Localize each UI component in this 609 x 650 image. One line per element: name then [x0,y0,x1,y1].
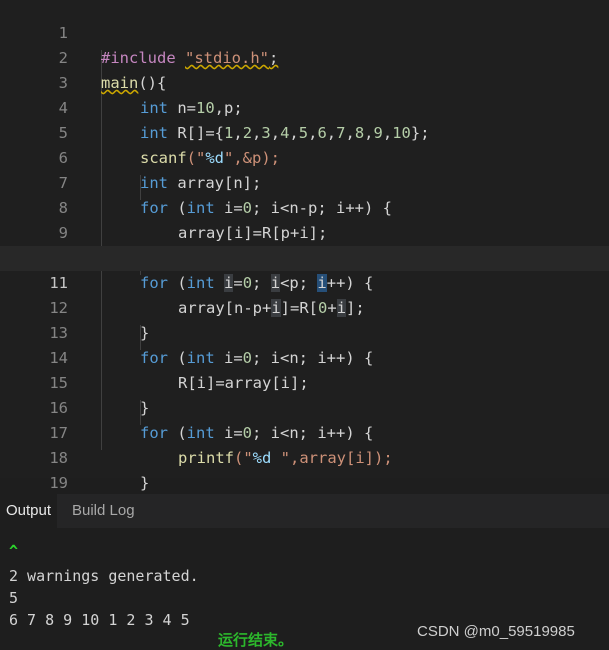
code-line[interactable]: 2 main(){ [0,21,609,92]
code-line[interactable]: 19 } [0,446,609,517]
code-line[interactable]: 13 for (int i=0; i<n; i++) { [0,296,609,367]
code-line[interactable]: 1 #include "stdio.h"; [0,0,609,67]
code-line[interactable]: 17 printf("%d ",array[i]); [0,396,609,467]
code-line[interactable]: 12 } [0,271,609,342]
code-line[interactable]: 18 } [0,421,609,492]
code-line[interactable]: 16 for (int i=0; i<n; i++) { [0,371,609,442]
output-panel[interactable]: ^ 2 warnings generated. 5 6 7 8 9 10 1 2… [0,528,609,650]
watermark: CSDN @m0_59519985 [417,623,575,640]
panel-tab-bar: Output Build Log [0,494,609,528]
output-line: 2 warnings generated. [9,567,199,585]
line-number: 19 [49,474,68,492]
code-editor[interactable]: 1 #include "stdio.h"; 2 main(){ 3 int n=… [0,0,609,517]
code-line[interactable]: 4 int R[]={1,2,3,4,5,6,7,8,9,10}; [0,71,609,142]
output-line: 6 7 8 9 10 1 2 3 4 5 [9,611,190,629]
code-line[interactable]: 7 for (int i=0; i<n-p; i++) { [0,146,609,217]
code-line[interactable]: 15 } [0,346,609,417]
code-line[interactable]: 10 for (int i=0; i<p; i++) { [0,221,609,292]
code-line-current[interactable]: 11 array[n-p+i]=R[0+i]; [0,246,609,317]
code-line[interactable]: 8 array[i]=R[p+i]; [0,171,609,242]
code-text[interactable]: } [140,471,149,496]
tab-build-log[interactable]: Build Log [66,494,141,528]
tab-output[interactable]: Output [0,494,58,528]
run-finished-status: 运行结束。 [218,631,294,649]
code-line[interactable]: 9 } [0,196,609,267]
output-line: 5 [9,589,19,607]
output-caret: ^ [9,542,19,560]
code-line[interactable]: 14 R[i]=array[i]; [0,321,609,392]
code-line[interactable]: 6 int array[n]; [0,121,609,192]
code-line[interactable]: 3 int n=10,p; [0,46,609,117]
code-line[interactable]: 5 scanf("%d",&p); [0,96,609,167]
